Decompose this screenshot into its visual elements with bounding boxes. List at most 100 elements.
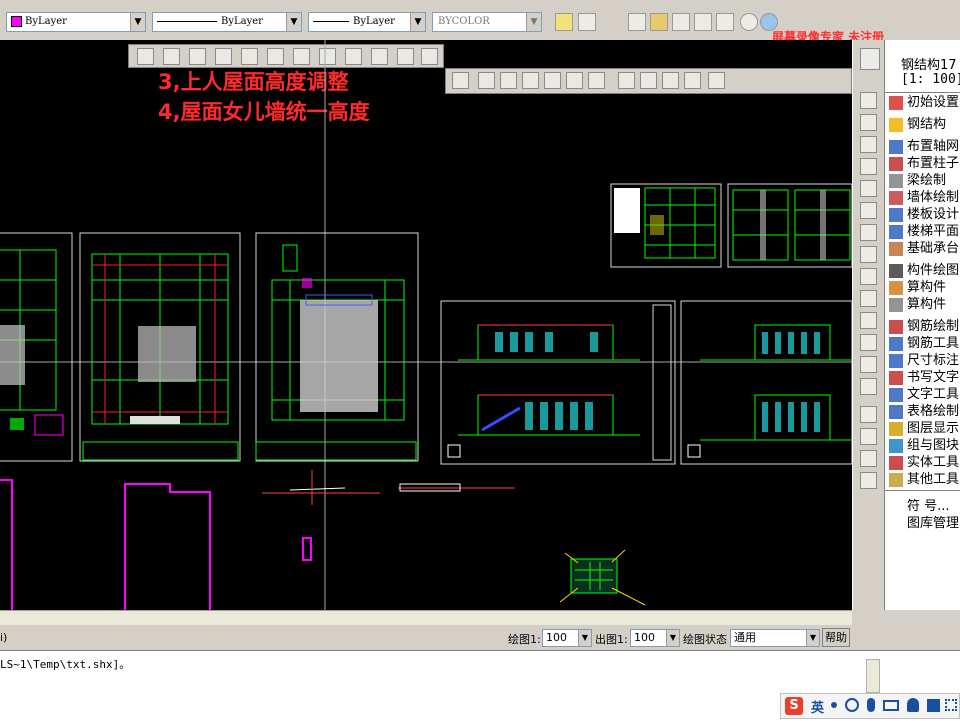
rotate-icon[interactable] <box>860 180 877 197</box>
output-scale-select[interactable]: 100 ▼ <box>630 629 680 647</box>
drawing-canvas[interactable]: 3,上人屋面高度调整 4,屋面女儿墙统一高度 <box>0 40 852 610</box>
rebar-icon <box>889 320 903 334</box>
lineweight-combo[interactable]: ByLayer ▼ <box>308 12 426 32</box>
layer-manager-icon[interactable] <box>555 13 573 31</box>
erase-icon[interactable] <box>860 450 877 467</box>
library-menu-item[interactable]: 图库管理 <box>907 512 959 531</box>
grid-menu-icon[interactable] <box>945 699 957 711</box>
extend-icon[interactable] <box>860 268 877 285</box>
palette-icon[interactable] <box>578 13 596 31</box>
panel-menu-item[interactable]: 梁绘制 <box>907 172 960 189</box>
settings-icon <box>889 96 903 110</box>
panel-menu-item[interactable]: 尺寸标注 <box>907 352 960 369</box>
panel-menu-item[interactable]: 布置柱子 <box>907 155 960 172</box>
draw-state-select[interactable]: 通用 ▼ <box>730 629 820 647</box>
panel-menu-item[interactable]: 钢筋绘制 <box>907 318 960 335</box>
move-icon[interactable] <box>860 158 877 175</box>
panel-menu-item[interactable]: 布置轴网 <box>907 138 960 155</box>
panel-menu-item[interactable]: 书写文字 <box>907 369 960 386</box>
skin-icon[interactable] <box>927 699 940 712</box>
panel-menu-item[interactable]: 钢结构 <box>907 116 960 133</box>
grid-icon <box>889 140 903 154</box>
brush-icon[interactable] <box>860 48 880 70</box>
panel-scale: [1: 100] <box>901 72 960 87</box>
tool-palette-icon[interactable] <box>716 13 734 31</box>
offset-icon[interactable] <box>860 114 877 131</box>
lineweight-sample-icon <box>313 21 349 22</box>
explode-icon[interactable] <box>860 378 877 395</box>
help-button[interactable]: 帮助 <box>822 628 850 647</box>
beam-icon <box>889 174 903 188</box>
panel-menu-item[interactable]: 墙体绘制 <box>907 189 960 206</box>
panel-menu-item[interactable]: 算构件 <box>907 296 960 313</box>
mirror-icon[interactable] <box>860 92 877 109</box>
chevron-down-icon[interactable]: ▼ <box>806 630 819 646</box>
horizontal-scrollbar[interactable] <box>0 610 852 625</box>
calc-icon <box>889 281 903 295</box>
slab-icon <box>889 208 903 222</box>
drawing-scale-select[interactable]: 100 ▼ <box>542 629 592 647</box>
properties-icon[interactable] <box>628 13 646 31</box>
color-combo[interactable]: ByLayer ▼ <box>6 12 146 32</box>
break-icon[interactable] <box>860 290 877 307</box>
panel-menu-item[interactable]: 算构件 <box>907 279 960 296</box>
keyboard-icon[interactable] <box>883 700 899 711</box>
edit-check-icon[interactable] <box>694 13 712 31</box>
panel-menu-item[interactable]: 其他工具 <box>907 471 960 488</box>
chamfer-icon[interactable] <box>860 334 877 351</box>
drawing-scale-label: 绘图1: <box>508 633 541 646</box>
array-icon[interactable] <box>860 136 877 153</box>
command-window[interactable]: LS~1\Temp\txt.shx]。 S 英 <box>0 650 960 721</box>
fillet-icon[interactable] <box>860 356 877 373</box>
layer-icon <box>889 422 903 436</box>
user-icon[interactable] <box>907 698 919 712</box>
panel-menu-item[interactable]: 楼板设计 <box>907 206 960 223</box>
linetype-combo[interactable]: ByLayer ▼ <box>152 12 302 32</box>
chevron-down-icon[interactable]: ▼ <box>578 630 591 646</box>
trim-icon[interactable] <box>860 246 877 263</box>
panel-menu-item[interactable]: 图层显示 <box>907 420 960 437</box>
properties-toolbar: ByLayer ▼ ByLayer ▼ ByLayer ▼ BYCOLOR ▼ … <box>0 0 960 44</box>
ime-logo-icon[interactable]: S <box>785 697 803 715</box>
scale-icon[interactable] <box>860 202 877 219</box>
wall-icon <box>889 191 903 205</box>
panel-menu-item[interactable]: 楼梯平面 <box>907 223 960 240</box>
panel-menu-item[interactable]: 初始设置 <box>907 94 960 111</box>
plotstyle-combo[interactable]: BYCOLOR ▼ <box>432 12 542 32</box>
stretch-icon[interactable] <box>860 224 877 241</box>
punctuation-icon[interactable] <box>831 702 837 708</box>
microphone-icon[interactable] <box>867 698 875 712</box>
match-icon[interactable] <box>672 13 690 31</box>
copy-icon[interactable] <box>860 406 877 423</box>
panel-menu-item[interactable]: 表格绘制 <box>907 403 960 420</box>
panel-title: 钢结构17 <box>901 58 957 73</box>
panel-menu-item[interactable]: 构件绘图 <box>907 262 960 279</box>
design-center-icon[interactable] <box>650 13 668 31</box>
other-tool-icon <box>889 473 903 487</box>
stair-icon <box>889 225 903 239</box>
foundation-icon <box>889 242 903 256</box>
emoji-icon[interactable] <box>845 698 859 712</box>
paste-icon[interactable] <box>860 428 877 445</box>
chevron-down-icon[interactable]: ▼ <box>286 13 301 31</box>
panel-menu-item[interactable]: 文字工具 <box>907 386 960 403</box>
calc2-icon <box>889 298 903 312</box>
panel-menu-item[interactable]: 钢筋工具 <box>907 335 960 352</box>
chevron-down-icon[interactable]: ▼ <box>130 13 145 31</box>
rebar-tool-icon <box>889 337 903 351</box>
text-tool-icon <box>889 388 903 402</box>
chevron-down-icon[interactable]: ▼ <box>410 13 425 31</box>
dimension-icon <box>889 354 903 368</box>
panel-menu-item[interactable]: 实体工具 <box>907 454 960 471</box>
ime-toolbar: S 英 <box>780 693 960 719</box>
panel-menu-item[interactable]: 组与图块 <box>907 437 960 454</box>
chevron-down-icon[interactable]: ▼ <box>526 13 541 31</box>
panel-menu-item[interactable]: 基础承台 <box>907 240 960 257</box>
command-scrollbar[interactable] <box>866 659 880 693</box>
properties-match-icon[interactable] <box>860 472 877 489</box>
ime-language-label[interactable]: 英 <box>811 697 824 716</box>
chevron-down-icon[interactable]: ▼ <box>666 630 679 646</box>
join-icon[interactable] <box>860 312 877 329</box>
help-circle-icon[interactable] <box>740 13 758 31</box>
linetype-sample-icon <box>157 21 217 22</box>
